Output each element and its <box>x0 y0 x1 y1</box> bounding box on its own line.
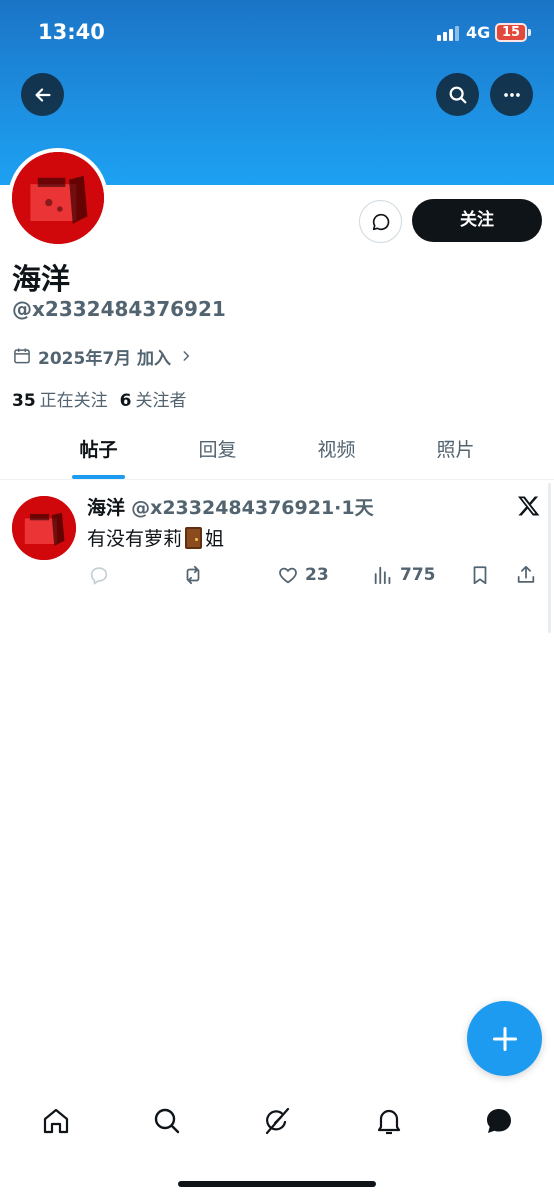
tab-videos[interactable]: 视频 <box>277 422 396 480</box>
messages-icon <box>487 1109 511 1133</box>
bookmark-icon <box>473 566 487 585</box>
network-type: 4G <box>466 23 491 42</box>
share-icon <box>517 565 535 583</box>
post-item[interactable]: 海洋 @x2332484376921·1天 有没有萝莉 姐 23 775 <box>0 481 554 591</box>
repost-button[interactable] <box>182 563 204 587</box>
active-tab-indicator <box>72 475 125 479</box>
message-icon <box>372 213 389 230</box>
grok-icon <box>265 1107 290 1135</box>
share-button[interactable] <box>515 563 537 587</box>
like-icon <box>279 567 297 584</box>
status-time: 13:40 <box>38 20 105 44</box>
display-name: 海洋 <box>12 262 71 296</box>
user-handle: @x2332484376921 <box>12 297 226 321</box>
tab-photos[interactable]: 照片 <box>396 422 515 480</box>
calendar-icon <box>14 348 30 364</box>
message-button[interactable] <box>359 200 402 243</box>
joined-date[interactable]: 2025年7月 加入 <box>12 344 199 369</box>
battery-icon: 15 <box>495 23 527 42</box>
scrollbar[interactable] <box>548 483 551 633</box>
nav-explore[interactable] <box>151 1105 183 1137</box>
more-icon <box>503 92 520 97</box>
post-author-meta: @x2332484376921·1天 <box>131 497 374 519</box>
reply-button[interactable] <box>88 563 110 587</box>
views-icon <box>374 566 391 585</box>
home-indicator[interactable] <box>178 1181 376 1187</box>
door-emoji-icon <box>185 526 203 549</box>
avatar-image <box>12 152 104 244</box>
search-icon <box>449 86 466 103</box>
profile-avatar[interactable] <box>8 148 108 248</box>
x-logo-icon <box>518 496 540 516</box>
battery-tip <box>528 29 531 36</box>
tab-posts[interactable]: 帖子 <box>39 422 158 480</box>
nav-notifications[interactable] <box>373 1105 405 1137</box>
signal-icon <box>437 25 461 41</box>
explore-icon <box>154 1108 180 1134</box>
nav-home[interactable] <box>40 1105 72 1137</box>
tab-replies[interactable]: 回复 <box>158 422 277 480</box>
compose-button[interactable] <box>467 1001 542 1076</box>
profile-tabs: 帖子 回复 视频 照片 <box>0 422 554 480</box>
reply-icon <box>90 567 108 585</box>
following-link[interactable]: 35 正在关注 <box>12 386 108 411</box>
bookmark-button[interactable] <box>469 563 491 587</box>
nav-messages[interactable] <box>483 1105 515 1137</box>
follow-stats: 35 正在关注 6 关注者 <box>12 386 187 411</box>
joined-label: 2025年7月 加入 <box>38 348 172 369</box>
post-author-avatar[interactable] <box>12 496 76 560</box>
post-header: 海洋 @x2332484376921·1天 <box>87 493 374 520</box>
follow-button[interactable]: 关注 <box>412 199 542 242</box>
repost-icon <box>186 565 200 585</box>
more-button[interactable] <box>490 73 533 116</box>
nav-grok[interactable] <box>261 1105 293 1137</box>
back-button[interactable] <box>21 73 64 116</box>
bottom-nav <box>0 1095 554 1147</box>
status-bar: 13:40 4G 15 <box>0 0 554 66</box>
like-button[interactable]: 23 <box>277 563 329 587</box>
avatar-image <box>12 496 76 560</box>
followers-link[interactable]: 6 关注者 <box>120 386 187 411</box>
post-author-name[interactable]: 海洋 <box>87 497 125 519</box>
like-count: 23 <box>305 565 329 585</box>
back-arrow-icon <box>34 87 51 102</box>
views-button[interactable]: 775 <box>372 563 436 587</box>
notifications-icon <box>377 1109 401 1135</box>
search-button[interactable] <box>436 73 479 116</box>
chevron-right-icon <box>183 351 190 361</box>
view-count: 775 <box>400 565 436 585</box>
compose-plus-icon <box>492 1026 517 1051</box>
home-icon <box>43 1108 69 1134</box>
post-text: 有没有萝莉 姐 <box>87 526 225 550</box>
